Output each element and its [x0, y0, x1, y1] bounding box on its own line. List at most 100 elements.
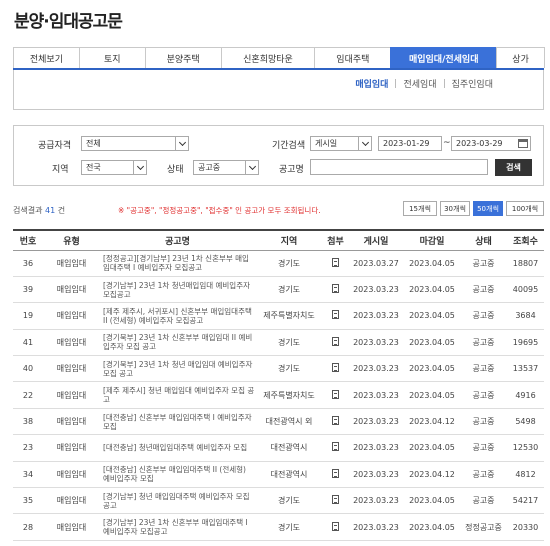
- period-type-select[interactable]: 게시일: [310, 136, 372, 151]
- row-deadline: 2023.04.05: [404, 487, 460, 515]
- row-region: 대전광역시: [255, 461, 323, 489]
- page-size-button[interactable]: 30개씩: [440, 201, 470, 216]
- tab-6[interactable]: 매입임대/전세임대: [390, 47, 498, 68]
- row-title-link[interactable]: [대전충남] 신혼부부 매입임대주택 I 예비입주자 모집: [100, 408, 255, 436]
- tab-3[interactable]: 분양주택: [144, 47, 222, 68]
- document-icon[interactable]: [332, 521, 339, 531]
- document-icon[interactable]: [332, 495, 339, 505]
- attachment[interactable]: [323, 513, 348, 541]
- row-region: 경기도: [255, 487, 323, 515]
- notice-name-input[interactable]: [310, 159, 488, 175]
- row-title-link[interactable]: [대전충남] 청년매입임대주택 예비입주자 모집: [100, 434, 255, 462]
- table-row[interactable]: 22 매입임대 [제주 제주시] 청년 매입임대 예비입주자 모집 공고 제주특별자치…: [13, 381, 544, 409]
- notice-table: 번호 유형 공고명 지역 첨부 게시일 마감일 상태 조회수 36 매입임대 [정정공고][경기남부…: [13, 229, 544, 541]
- document-icon[interactable]: [332, 336, 339, 346]
- status-notice: ※ "공고중", "정정공고중", "접수중" 인 공고가 모두 조회됩니다.: [118, 206, 321, 215]
- table-row[interactable]: 39 매입임대 [경기남부] 23년 1차 청년매입임대 예비입주자 모집공고 경기도…: [13, 276, 544, 304]
- attachment[interactable]: [323, 381, 348, 409]
- status-value: 공고중: [198, 163, 221, 172]
- attachment[interactable]: [323, 329, 348, 357]
- table-row[interactable]: 38 매입임대 [대전충남] 신혼부부 매입임대주택 I 예비입주자 모집 대전광역시…: [13, 408, 544, 436]
- calendar-icon[interactable]: [518, 139, 528, 148]
- row-number: 41: [13, 329, 43, 357]
- row-views: 4916: [507, 381, 544, 409]
- table-row[interactable]: 28 매입임대 [경기남부] 23년 1차 신혼부부 매입임대주택 I 예비입주자 …: [13, 513, 544, 541]
- row-views: 5498: [507, 408, 544, 436]
- tab-1[interactable]: 전체보기: [13, 47, 80, 68]
- row-views: 20330: [507, 513, 544, 541]
- row-status: 공고중: [460, 302, 507, 330]
- table-row[interactable]: 34 매입임대 [대전충남] 신혼부부 매입임대주택 II (전세형) 예비입주자 …: [13, 461, 544, 489]
- table-row[interactable]: 41 매입임대 [경기북부] 23년 1차 신혼부부 매입임대 II 예비입주자 모…: [13, 329, 544, 357]
- row-region: 경기도: [255, 513, 323, 541]
- document-icon[interactable]: [332, 442, 339, 452]
- row-views: 19695: [507, 329, 544, 357]
- column-header: 조회수: [507, 229, 544, 251]
- attachment[interactable]: [323, 250, 348, 277]
- row-title-link[interactable]: [경기북부] 23년 1차 신혼부부 매입임대 II 예비입주자 모집 공고: [100, 329, 255, 357]
- row-title-link[interactable]: [제주 제주시] 청년 매입임대 예비입주자 모집 공고: [100, 381, 255, 409]
- row-title-link[interactable]: [경기남부] 23년 1차 신혼부부 매입임대주택 I 예비입주자 모집공고: [100, 513, 255, 541]
- date-to-value: 2023-03-29: [456, 139, 503, 148]
- row-deadline: 2023.04.12: [404, 461, 460, 489]
- row-title-link[interactable]: [경기남부] 청년 매입임대주택 예비입주자 모집공고: [100, 487, 255, 515]
- row-status: 공고중: [460, 381, 507, 409]
- document-icon[interactable]: [332, 468, 339, 478]
- search-button[interactable]: 검색: [495, 159, 532, 176]
- document-icon[interactable]: [332, 310, 339, 320]
- period-label: 기간검색: [272, 141, 306, 151]
- attachment[interactable]: [323, 408, 348, 436]
- date-from-input[interactable]: 2023-01-29: [378, 136, 442, 151]
- row-status: 공고중: [460, 408, 507, 436]
- row-posted-date: 2023.03.23: [348, 408, 404, 436]
- row-title-link[interactable]: [경기남부] 23년 1차 청년매입임대 예비입주자 모집공고: [100, 276, 255, 304]
- date-to-input[interactable]: 2023-03-29: [451, 136, 531, 151]
- tab-7[interactable]: 상가: [496, 47, 546, 68]
- table-row[interactable]: 36 매입임대 [정정공고][경기남부] 23년 1차 신혼부부 매입임대주택 I …: [13, 250, 544, 277]
- row-views: 12530: [507, 434, 544, 462]
- subtab-2[interactable]: 전세임대: [403, 77, 436, 90]
- table-row[interactable]: 40 매입임대 [경기북부] 23년 1차 청년 매입임대 예비입주자 모집 공고 경…: [13, 355, 544, 383]
- column-header: 마감일: [404, 229, 460, 251]
- attachment[interactable]: [323, 276, 348, 304]
- region-label: 지역: [52, 165, 69, 175]
- result-count-number: 41: [45, 206, 56, 215]
- date-separator: ~: [443, 138, 451, 148]
- table-row[interactable]: 23 매입임대 [대전충남] 청년매입임대주택 예비입주자 모집 대전광역시 2023.…: [13, 434, 544, 462]
- result-count: 검색결과 41 건: [13, 205, 65, 216]
- region-select[interactable]: 전국: [81, 160, 147, 175]
- table-row[interactable]: 19 매입임대 [제주 제주시, 서귀포시] 신혼부부 매입임대주택 II (전세형…: [13, 302, 544, 330]
- document-icon[interactable]: [332, 257, 339, 267]
- category-tabs: 전체보기 토지 분양주택 신혼희망타운 임대주택 매입임대/전세임대 상가: [13, 47, 546, 70]
- chevron-down-icon: [175, 137, 188, 150]
- page-size-button[interactable]: 100개씩: [506, 201, 544, 216]
- status-select[interactable]: 공고중: [193, 160, 259, 175]
- row-deadline: 2023.04.05: [404, 434, 460, 462]
- row-posted-date: 2023.03.23: [348, 276, 404, 304]
- attachment[interactable]: [323, 434, 348, 462]
- subtab-1[interactable]: 매입임대: [355, 77, 388, 90]
- document-icon[interactable]: [332, 363, 339, 373]
- row-title-link[interactable]: [정정공고][경기남부] 23년 1차 신혼부부 매입임대주택 I 예비입주자 …: [100, 250, 255, 277]
- document-icon[interactable]: [332, 389, 339, 399]
- row-region: 경기도: [255, 250, 323, 277]
- row-title-link[interactable]: [대전충남] 신혼부부 매입임대주택 II (전세형) 예비입주자 모집: [100, 461, 255, 489]
- document-icon[interactable]: [332, 284, 339, 294]
- page-size-button[interactable]: 50개씩: [473, 201, 503, 216]
- page-size-button[interactable]: 15개씩: [403, 201, 437, 216]
- attachment[interactable]: [323, 487, 348, 515]
- row-deadline: 2023.04.05: [404, 513, 460, 541]
- attachment[interactable]: [323, 302, 348, 330]
- attachment[interactable]: [323, 355, 348, 383]
- document-icon[interactable]: [332, 416, 339, 426]
- row-title-link[interactable]: [경기북부] 23년 1차 청년 매입임대 예비입주자 모집 공고: [100, 355, 255, 383]
- tab-2[interactable]: 토지: [78, 47, 146, 68]
- tab-5[interactable]: 임대주택: [314, 47, 392, 68]
- row-deadline: 2023.04.05: [404, 302, 460, 330]
- tab-4[interactable]: 신혼희망타운: [220, 47, 316, 68]
- subtab-3[interactable]: 집주인임대: [452, 77, 493, 90]
- row-title-link[interactable]: [제주 제주시, 서귀포시] 신혼부부 매입임대주택 II (전세형) 예비입주…: [100, 302, 255, 330]
- table-row[interactable]: 35 매입임대 [경기남부] 청년 매입임대주택 예비입주자 모집공고 경기도 2023…: [13, 487, 544, 515]
- qualification-select[interactable]: 전체: [81, 136, 189, 151]
- attachment[interactable]: [323, 461, 348, 489]
